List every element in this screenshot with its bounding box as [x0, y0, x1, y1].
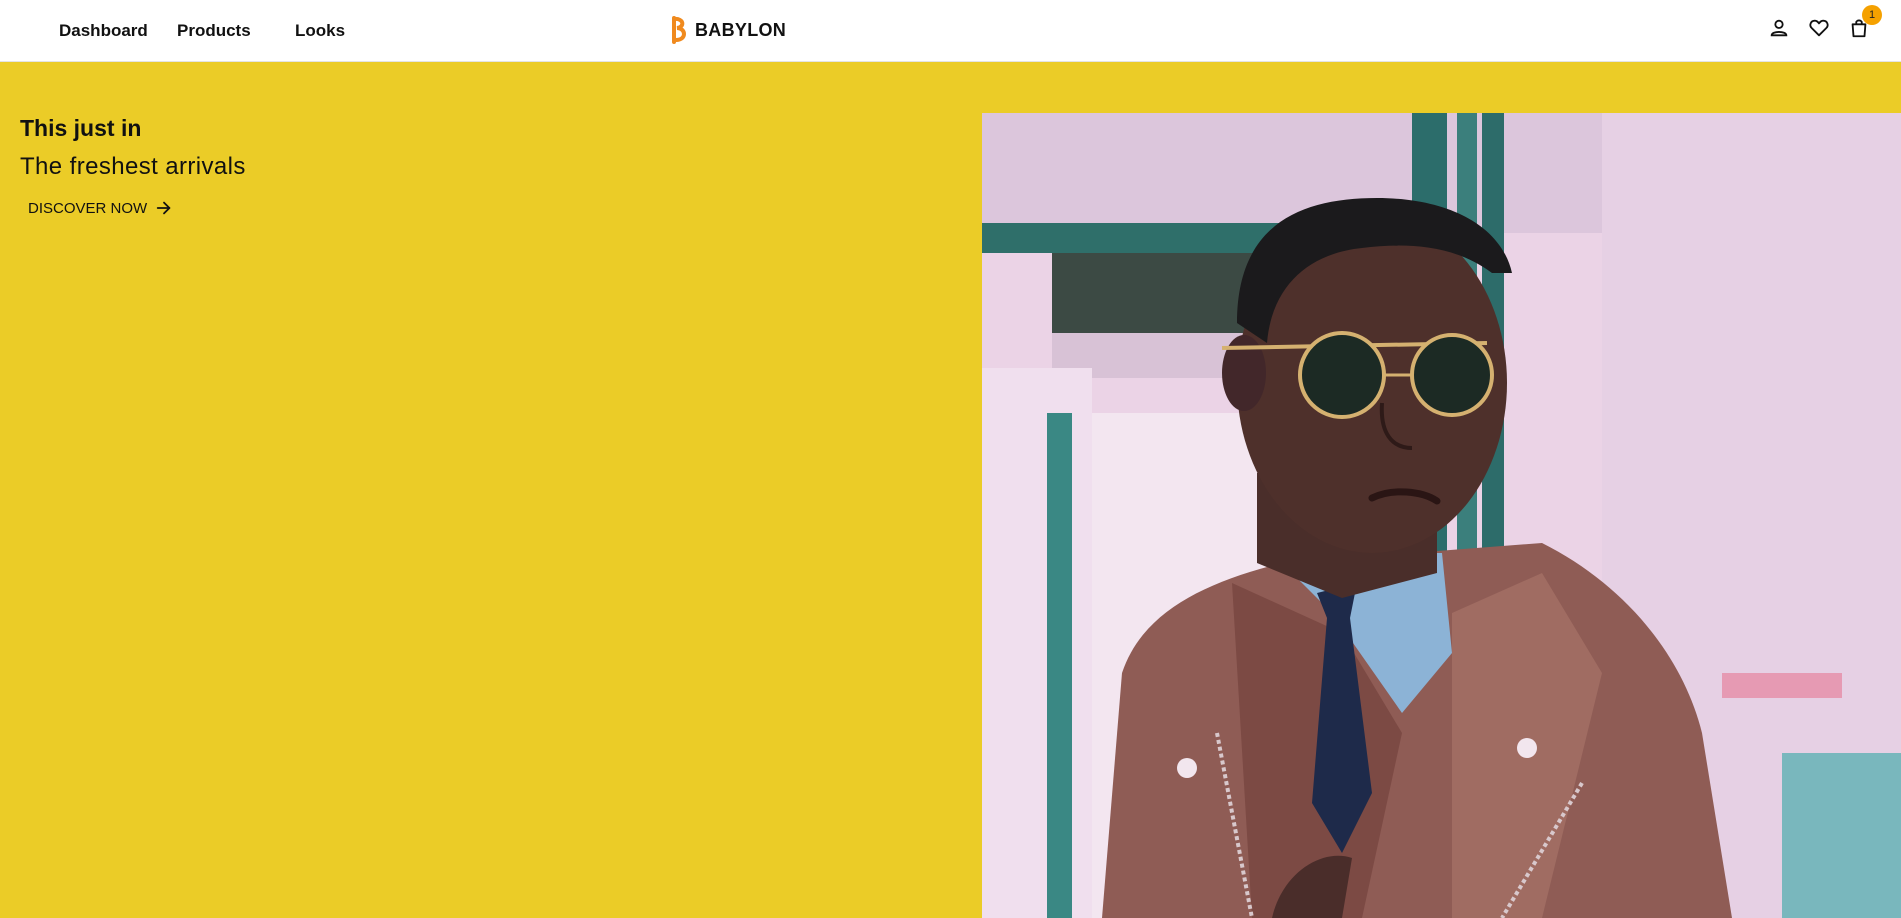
hero-subtitle: The freshest arrivals [20, 153, 246, 180]
hero-title: This just in [20, 115, 142, 141]
nav-looks[interactable]: Looks [295, 21, 345, 41]
model-photo-illustration [982, 113, 1901, 918]
cart-count-badge: 1 [1862, 5, 1882, 25]
brand-logo[interactable]: BABYLON [671, 16, 786, 44]
brand-name: BABYLON [695, 19, 787, 40]
site-header: Dashboard Products Looks BABYLON 1 [0, 0, 1901, 62]
nav-products[interactable]: Products [177, 21, 251, 41]
heart-icon[interactable] [1805, 14, 1833, 42]
account-icon[interactable] [1765, 14, 1793, 42]
hero-model-photo [982, 113, 1901, 918]
babylon-logo-icon [672, 16, 686, 44]
hero-banner: This just in The freshest arrivals DISCO… [0, 62, 1901, 918]
discover-now-label: DISCOVER NOW [28, 199, 148, 217]
arrow-right-icon [156, 201, 171, 215]
discover-now-button[interactable]: DISCOVER NOW [28, 199, 173, 217]
nav-dashboard[interactable]: Dashboard [59, 21, 148, 41]
